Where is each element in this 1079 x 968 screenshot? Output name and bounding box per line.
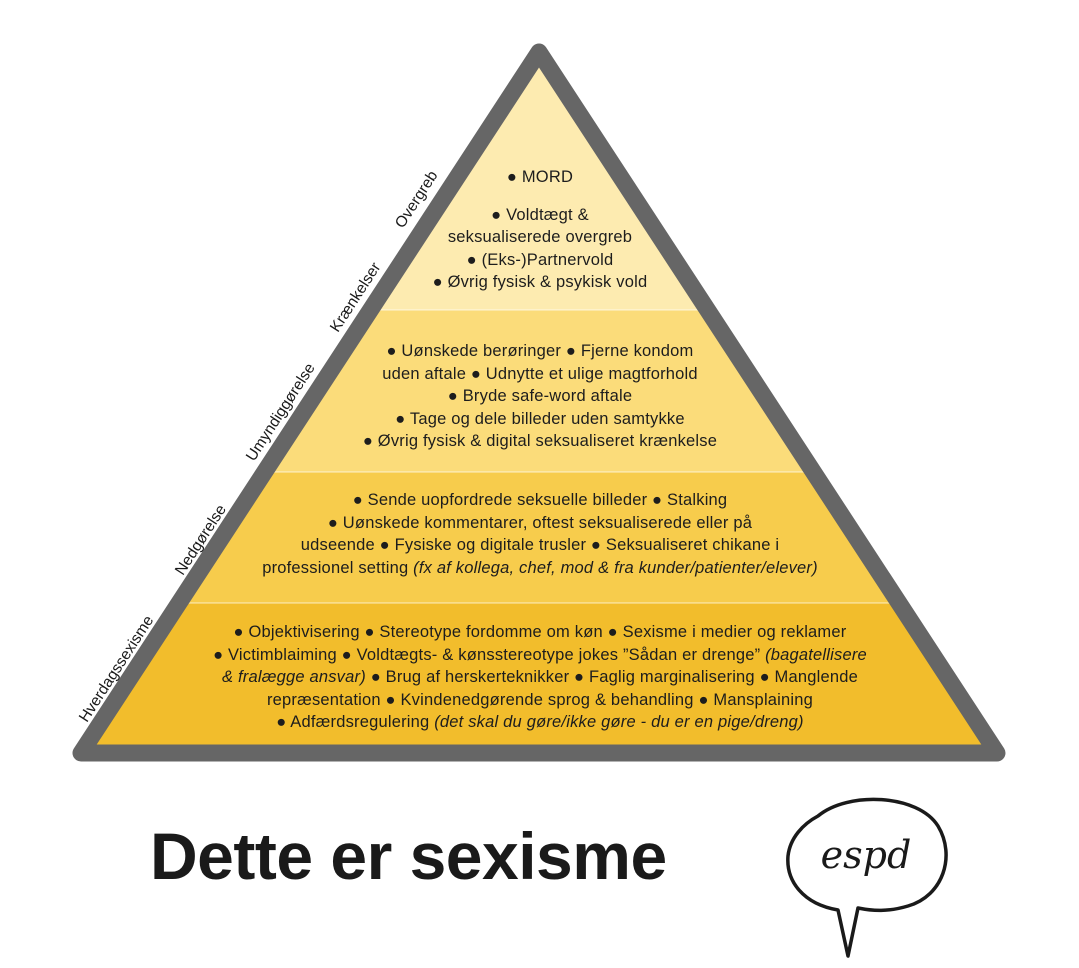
tier-line: ● Tage og dele billeder uden samtykke: [300, 408, 780, 431]
tier-line: ● Øvrig fysisk & digital seksualiseret k…: [300, 430, 780, 453]
tier-line: ● Adfærdsregulering (det skal du gøre/ik…: [130, 711, 950, 734]
tier-line: seksualiserede overgreb: [380, 226, 700, 249]
tier-line-segment: (det skal du gøre/ikke gøre - du er en p…: [434, 713, 804, 731]
tier-line-segment: ● Tage og dele billeder uden samtykke: [395, 409, 685, 428]
logo-text: espd: [821, 833, 912, 877]
tier-line: & fralægge ansvar) ● Brug af herskertekn…: [130, 666, 950, 689]
speech-bubble-icon: [786, 797, 948, 958]
tier-line: ● Objektivisering ● Stereotype fordomme …: [130, 621, 950, 644]
tier-line: ● Øvrig fysisk & psykisk vold: [380, 271, 700, 294]
tier-line-segment: ● MORD: [506, 168, 574, 186]
tier-hverdagssexisme-text: ● Objektivisering ● Stereotype fordomme …: [130, 621, 950, 734]
tier-nedgoerelse-text: ● Sende uopfordrede seksuelle billeder ●…: [215, 489, 865, 579]
tier-line-segment: ● Brug af herskerteknikker ● Faglig marg…: [365, 668, 858, 686]
page-title: Dette er sexisme: [150, 819, 667, 893]
tier-line: ● Sende uopfordrede seksuelle billeder ●…: [215, 489, 865, 512]
tier-line-segment: ● Øvrig fysisk & psykisk vold: [432, 273, 648, 291]
tier-line-segment: ● Objektivisering ● Stereotype fordomme …: [233, 623, 847, 641]
tier-line-segment: (bagatellisere: [765, 645, 867, 664]
tier-line-segment: ● Øvrig fysisk & digital seksualiseret k…: [362, 432, 718, 450]
tier-line: udseende ● Fysiske og digitale trusler ●…: [215, 534, 865, 557]
tier-line: ● (Eks-)Partnervold: [380, 249, 700, 272]
tier-line-segment: ● Adfærdsregulering: [276, 713, 435, 731]
tier-line-segment: ● (Eks-)Partnervold: [466, 250, 614, 269]
tier-line-segment: repræsentation ● Kvindenedgørende sprog …: [266, 690, 814, 709]
tier-line-segment: seksualiserede overgreb: [447, 228, 633, 246]
tier-line: ● Voldtægt &: [380, 204, 700, 227]
tier-line-segment: ● Victimblaiming ● Voldtægts- & kønsster…: [213, 645, 766, 664]
espd-logo: espd: [786, 797, 948, 958]
tier-line: ● Uønskede kommentarer, oftest seksualis…: [215, 512, 865, 535]
tier-line-segment: ● Sende uopfordrede seksuelle billeder ●…: [352, 491, 728, 509]
tier-line-segment: ● Voldtægt &: [491, 205, 589, 224]
tier-line-segment: ● Uønskede kommentarer, oftest seksualis…: [327, 513, 753, 532]
tier-line: professionel setting (fx af kollega, che…: [215, 557, 865, 580]
tier-line: uden aftale ● Udnytte et ulige magtforho…: [300, 363, 780, 386]
tier-line-segment: professionel setting: [262, 558, 414, 577]
tier-line: ● Victimblaiming ● Voldtægts- & kønsster…: [130, 644, 950, 667]
tier-line-segment: (fx af kollega, chef, mod & fra kunder/p…: [413, 558, 818, 577]
tier-line: ● Bryde safe-word aftale: [300, 385, 780, 408]
tier-line-segment: & fralægge ansvar): [221, 668, 366, 686]
tier-line-segment: ● Uønskede berøringer ● Fjerne kondom: [386, 342, 694, 360]
tier-line-segment: uden aftale ● Udnytte et ulige magtforho…: [382, 364, 698, 383]
tier-line-segment: udseende ● Fysiske og digitale trusler ●…: [300, 536, 780, 554]
tier-kraenkelser-text: ● Uønskede berøringer ● Fjerne kondom ude…: [300, 340, 780, 453]
tier-line-segment: ● Bryde safe-word aftale: [447, 387, 633, 405]
tier-line: ● Uønskede berøringer ● Fjerne kondom: [300, 340, 780, 363]
tier-line: repræsentation ● Kvindenedgørende sprog …: [130, 689, 950, 712]
